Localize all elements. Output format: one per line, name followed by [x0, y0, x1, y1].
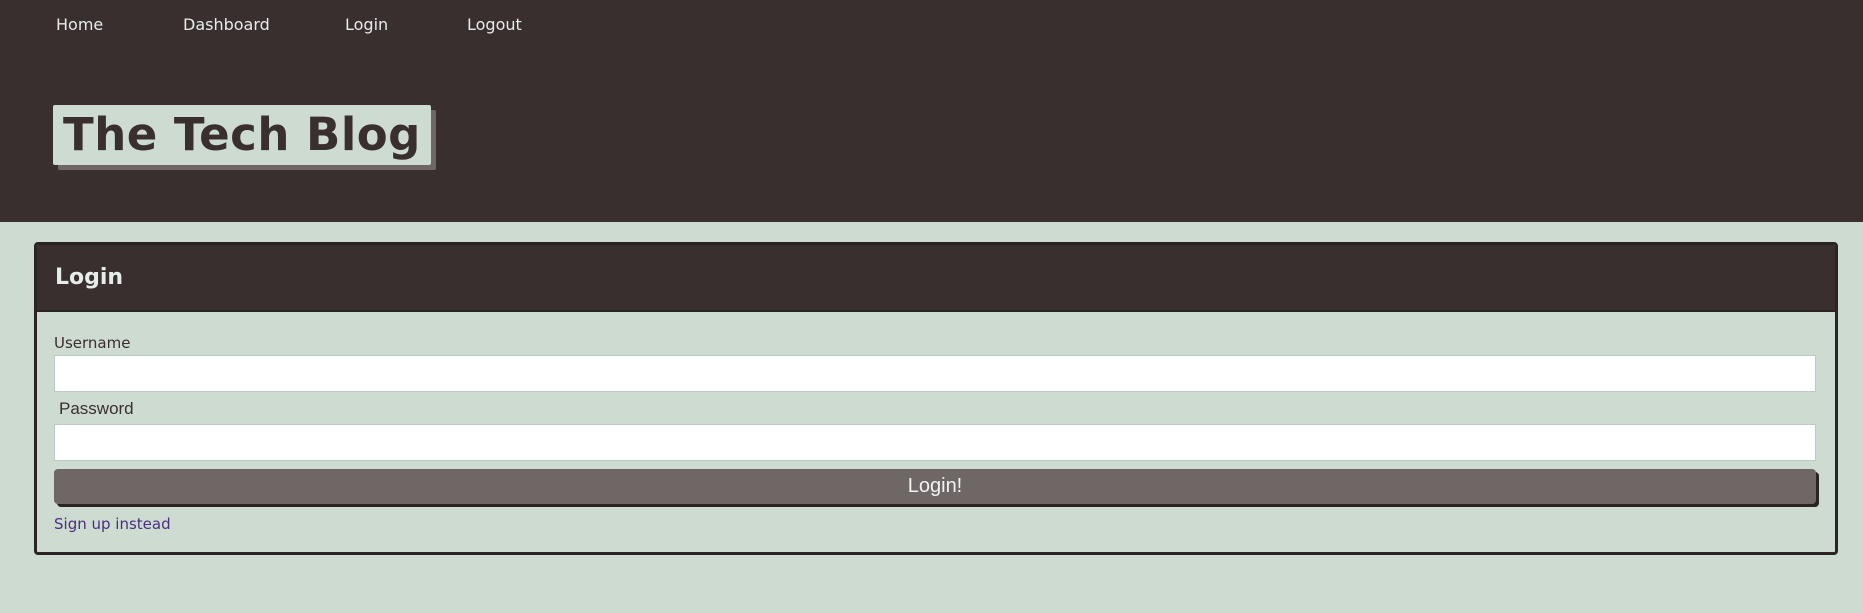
- login-card-header: Login: [37, 245, 1835, 312]
- username-label: Username: [54, 334, 131, 352]
- password-label: Password: [59, 399, 134, 418]
- login-card: Login Username Password Login! Sign up i…: [34, 242, 1838, 555]
- nav-login-link[interactable]: Login: [345, 14, 388, 36]
- nav-home-link[interactable]: Home: [56, 14, 103, 36]
- site-title-box: The Tech Blog: [53, 105, 431, 165]
- username-input[interactable]: [54, 355, 1816, 392]
- nav-logout-link[interactable]: Logout: [467, 14, 522, 36]
- site-header: Home Dashboard Login Logout The Tech Blo…: [0, 0, 1863, 222]
- site-title: The Tech Blog: [63, 108, 421, 161]
- password-input[interactable]: [54, 424, 1816, 461]
- login-submit-button[interactable]: Login!: [54, 469, 1816, 504]
- login-heading: Login: [55, 265, 124, 290]
- nav-dashboard-link[interactable]: Dashboard: [183, 14, 270, 36]
- signup-link[interactable]: Sign up instead: [54, 515, 171, 533]
